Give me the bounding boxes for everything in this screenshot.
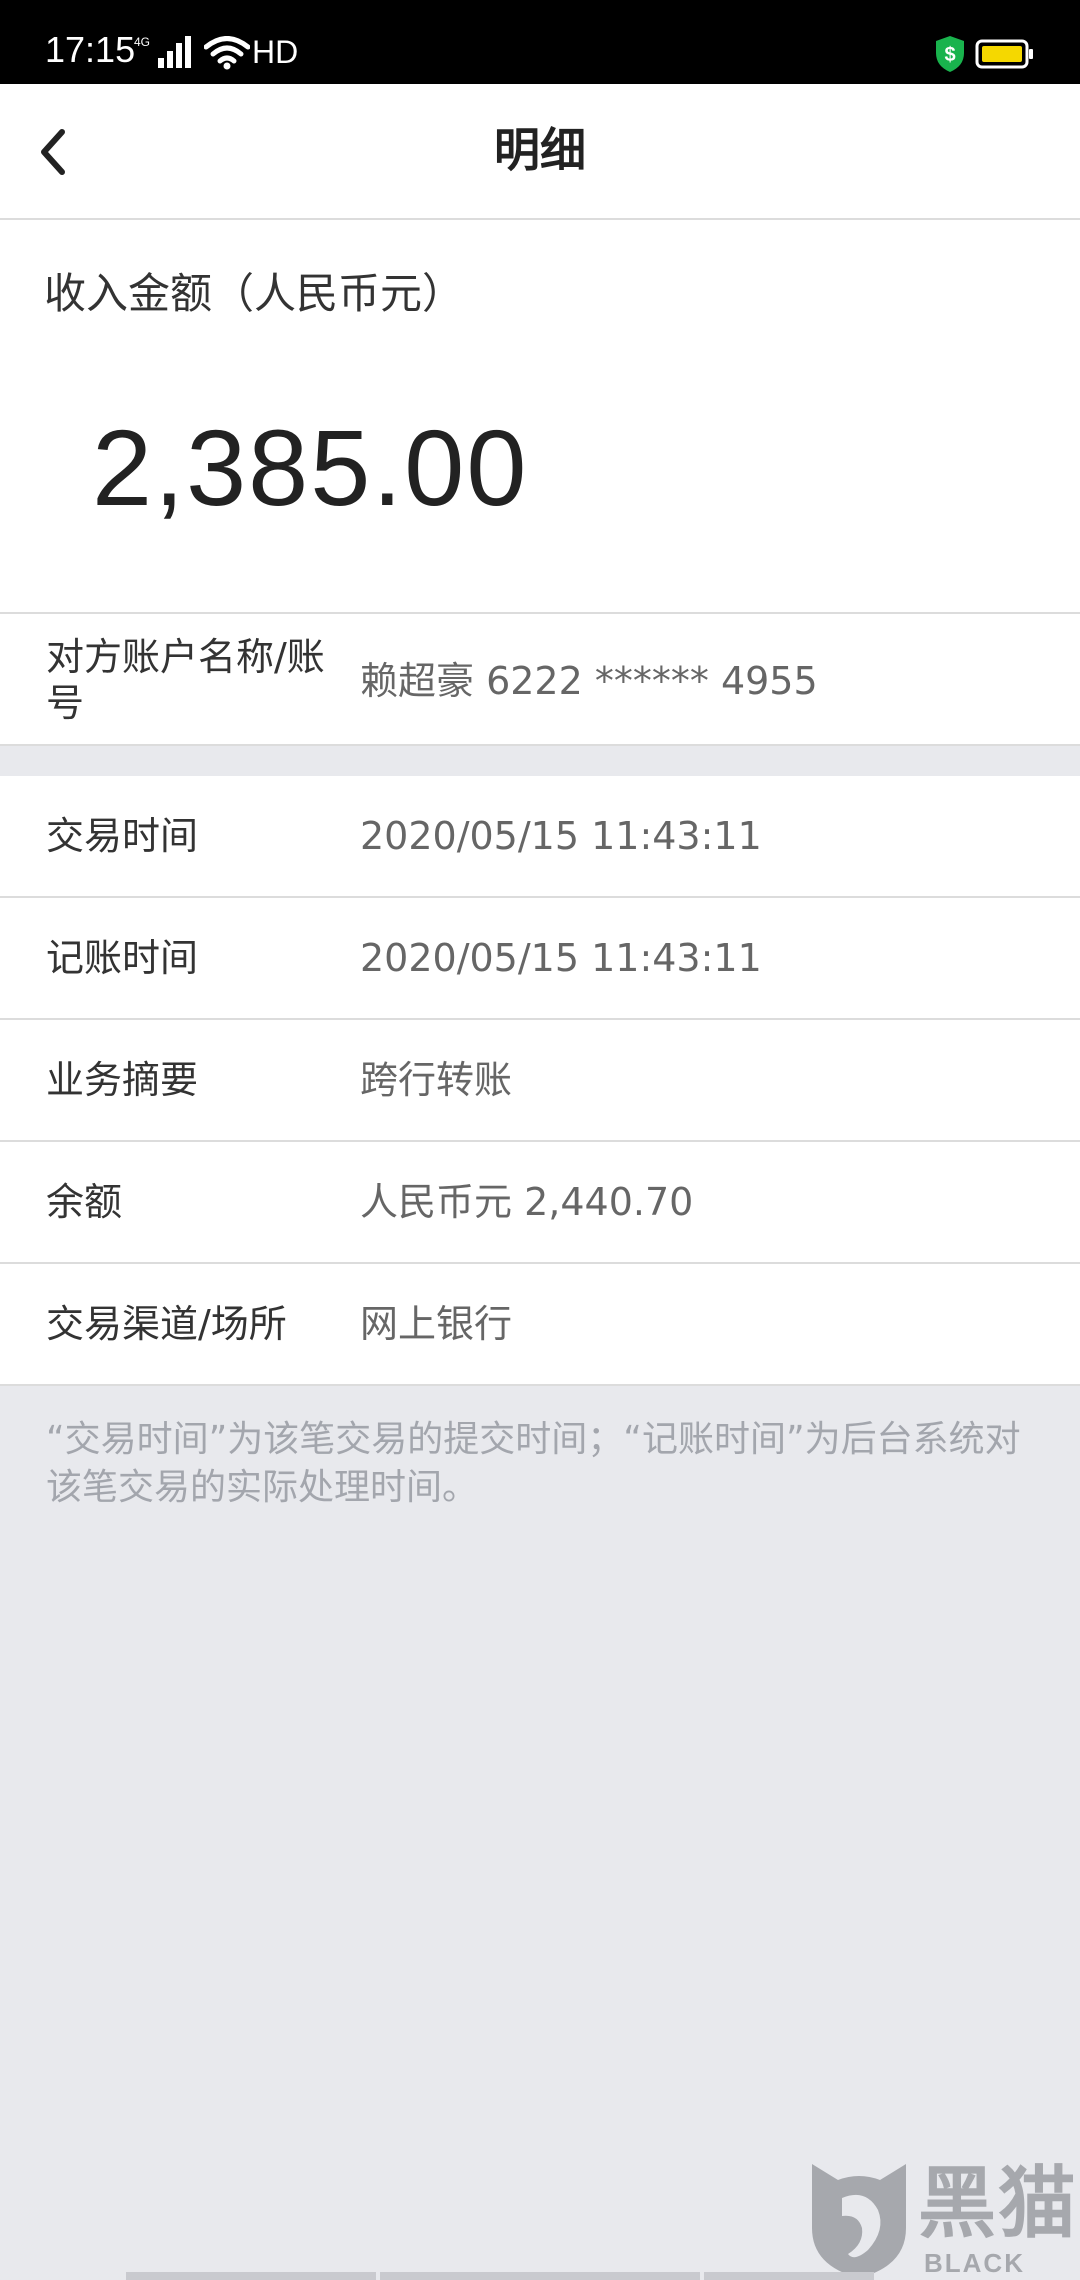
cellular-signal-icon: 4G: [134, 35, 191, 68]
detail-value: 跨行转账: [360, 1058, 513, 1102]
page-title: 明细: [494, 123, 586, 177]
network-type-label: 4G: [134, 35, 150, 49]
detail-label: 余额: [46, 1180, 123, 1224]
footnote: “交易时间”为该笔交易的提交时间；“记账时间”为后台系统对该笔交易的实际处理时间…: [46, 1419, 1021, 1508]
detail-value: 人民币元 2,440.70: [360, 1180, 694, 1224]
details-list: 交易时间 2020/05/15 11:43:11 记账时间 2020/05/15…: [0, 776, 1080, 1386]
detail-row-posting-time: 记账时间 2020/05/15 11:43:11: [0, 898, 1080, 1020]
status-time: 17:15: [45, 29, 136, 70]
watermark-subtext: BLACK CAT: [924, 2248, 1025, 2280]
detail-row-channel: 交易渠道/场所 网上银行: [0, 1264, 1080, 1384]
hd-indicator: HD: [252, 34, 299, 70]
detail-label: 记账时间: [46, 936, 199, 980]
wifi-icon: [204, 36, 250, 70]
status-bar: 17:15 4G HD $: [0, 0, 1080, 84]
detail-label: 业务摘要: [46, 1058, 199, 1102]
counterparty-label: 对方账户名称/账号: [46, 635, 325, 725]
detail-row-balance: 余额 人民币元 2,440.70: [0, 1142, 1080, 1264]
detail-row-transaction-time: 交易时间 2020/05/15 11:43:11: [0, 776, 1080, 898]
watermark-text: 黑猫: [918, 2159, 1079, 2249]
security-shield-icon: $: [936, 36, 964, 72]
amount-value: 2,385.00: [92, 407, 529, 528]
black-cat-logo-icon: [812, 2164, 906, 2278]
bottom-indicator: [380, 2272, 700, 2280]
counterparty-row: 对方账户名称/账号 赖超豪 6222 ****** 4955: [0, 614, 1080, 746]
detail-value: 网上银行: [360, 1302, 513, 1346]
nav-bar: 明细: [0, 84, 1080, 220]
detail-value: 2020/05/15 11:43:11: [360, 814, 762, 858]
svg-text:$: $: [944, 44, 955, 66]
detail-label: 交易时间: [46, 814, 199, 858]
transaction-detail-page: 17:15 4G HD $ 明细 收入金额（人民币元） 2,385.00 对方账…: [0, 0, 1080, 2280]
bottom-indicator: [704, 2272, 874, 2280]
amount-label: 收入金额（人民币元）: [44, 269, 465, 318]
detail-label: 交易渠道/场所: [46, 1302, 287, 1346]
battery-icon: [975, 39, 1033, 69]
detail-value: 2020/05/15 11:43:11: [360, 936, 762, 980]
counterparty-value: 赖超豪 6222 ****** 4955: [360, 659, 818, 703]
bottom-indicator: [126, 2272, 376, 2280]
amount-card: 收入金额（人民币元） 2,385.00: [0, 220, 1080, 614]
detail-row-summary: 业务摘要 跨行转账: [0, 1020, 1080, 1142]
